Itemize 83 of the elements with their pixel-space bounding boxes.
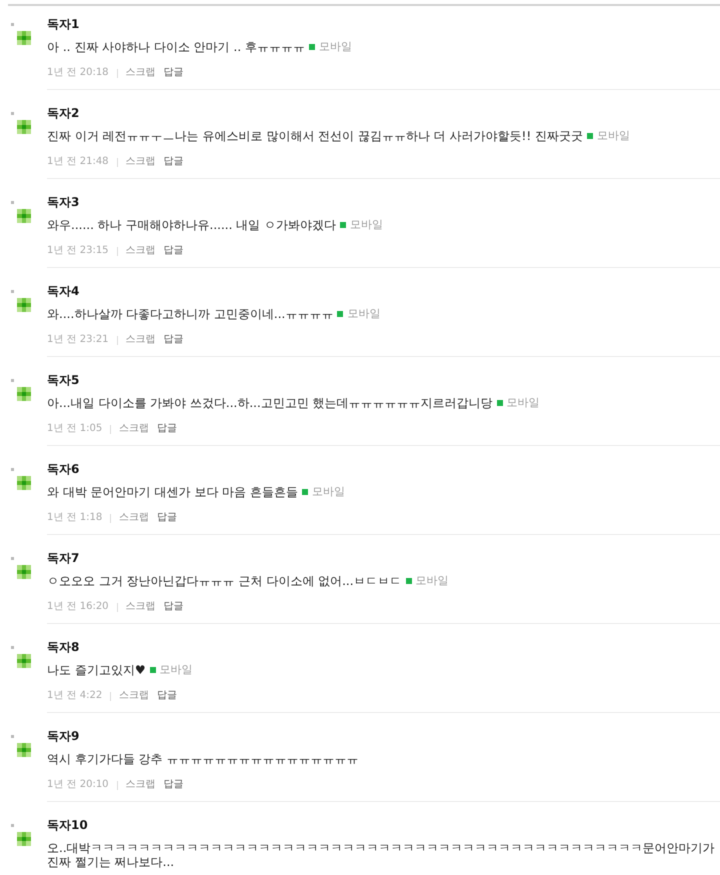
scrap-link[interactable]: 스크랩 [126, 155, 156, 169]
scrap-link[interactable]: 스크랩 [119, 422, 150, 436]
marker-icon [150, 667, 156, 673]
avatar-icon [17, 476, 31, 490]
reply-link[interactable]: 답글 [164, 600, 184, 614]
mobile-label: 모바일 [160, 663, 193, 677]
author-name: 독자5 [47, 373, 80, 387]
author-name: 독자3 [47, 195, 80, 209]
comment-text: 아 .. 진짜 사야하나 다이소 안마기 .. 후ㅠㅠㅠㅠ [47, 40, 305, 54]
author-name: 독자7 [47, 551, 80, 565]
mobile-label: 모바일 [347, 307, 380, 321]
reply-link[interactable]: 답글 [157, 689, 178, 703]
comment-time: 1년 전 16:20 [47, 600, 109, 614]
mobile-label: 모바일 [416, 574, 449, 588]
bullet-icon [11, 824, 14, 827]
reply-link[interactable]: 답글 [157, 511, 178, 525]
marker-icon [308, 44, 315, 50]
avatar-icon [17, 832, 31, 846]
comment-text: 진짜 이거 레전ㅠㅠㅜㅡ나는 유에스비로 많이해서 전선이 끊김ㅠㅠ하나 더 사러가야할듯!! 진짜굿굿 [47, 129, 583, 143]
author-name: 독자10 [47, 818, 89, 832]
comment-time: 1년 전 20:18 [47, 66, 109, 80]
bullet-icon [11, 646, 14, 649]
avatar-icon [17, 298, 31, 312]
scrap-link[interactable]: 스크랩 [126, 778, 156, 792]
bullet-icon [11, 23, 14, 26]
comment-time: 1년 전 1:18 [47, 511, 102, 525]
avatar-icon [17, 387, 31, 401]
mobile-label: 모바일 [318, 40, 352, 54]
mobile-label: 모바일 [350, 218, 384, 232]
bullet-icon [11, 468, 14, 471]
avatar-icon [17, 209, 31, 223]
author-name: 독자4 [47, 284, 80, 298]
author-name: 독자2 [47, 106, 80, 120]
avatar-icon [17, 120, 31, 134]
mobile-label: 모바일 [596, 129, 630, 143]
comment-text: 와우...... 하나 구매해야하나유...... 내일 ㅇ가봐야겠다 [47, 218, 336, 232]
avatar-icon [17, 654, 31, 668]
marker-icon [496, 400, 503, 406]
comment-time: 1년 전 23:15 [47, 244, 109, 258]
comment-time: 1년 전 23:21 [47, 333, 109, 347]
comment-text: 와....하나살까 다좋다고하니까 고민중이네...ㅠㅠㅠㅠ [47, 307, 334, 321]
comment-time: 1년 전 4:22 [47, 689, 102, 703]
scrap-link[interactable]: 스크랩 [119, 511, 150, 525]
comment-text: 아...내일 다이소를 가봐야 쓰겄다...하...고민고민 했는데ㅠㅠㅠㅠㅠㅠ지르러갑니당 [47, 396, 493, 410]
marker-icon [302, 489, 308, 495]
marker-icon [406, 578, 412, 584]
avatar-icon [17, 743, 31, 757]
author-name: 독자6 [47, 462, 80, 476]
avatar-icon [17, 565, 31, 579]
comment-time: 1년 전 1:05 [47, 422, 102, 436]
reply-link[interactable]: 답글 [164, 333, 184, 347]
marker-icon [337, 311, 344, 317]
author-name: 독자9 [47, 729, 80, 743]
bullet-icon [11, 379, 14, 382]
scrap-link[interactable]: 스크랩 [126, 600, 156, 614]
bullet-icon [11, 557, 14, 560]
comment-time: 1년 전 20:10 [47, 778, 109, 792]
author-name: 독자1 [47, 17, 80, 31]
reply-link[interactable]: 답글 [164, 778, 184, 792]
bullet-icon [11, 112, 14, 115]
mobile-label: 모바일 [506, 396, 540, 410]
bullet-icon [11, 201, 14, 204]
scrap-link[interactable]: 스크랩 [126, 244, 156, 258]
bullet-icon [11, 735, 14, 738]
scrap-link[interactable]: 스크랩 [126, 66, 156, 80]
scrap-link[interactable]: 스크랩 [126, 333, 156, 347]
reply-link[interactable]: 답글 [164, 244, 184, 258]
comment-text: 나도 즐기고있지♥ [47, 663, 146, 677]
marker-icon [586, 133, 593, 139]
avatar-icon [17, 31, 31, 45]
comment-text: 오..대박ㅋㅋㅋㅋㅋㅋㅋㅋㅋㅋㅋㅋㅋㅋㅋㅋㅋㅋㅋㅋㅋㅋㅋㅋㅋㅋㅋㅋㅋㅋㅋㅋㅋㅋㅋㅋㅋㅋㅋㅋㅋㅋㅋㅋㅋㅋ문어안마기가 진짜 쩔기는 쩌나보다... [47, 841, 715, 869]
comment-text: ㅇ오오오 그거 장난아닌갑다ㅠㅠㅠ 근처 다이소에 없어...ㅂㄷㅂㄷ [47, 574, 402, 588]
comment-text: 역시 후기가다들 강추 ㅠㅠㅠㅠㅠㅠㅠㅠㅠㅠㅠㅠㅠㅠㅠㅠ [47, 752, 358, 766]
reply-link[interactable]: 답글 [164, 155, 184, 169]
marker-icon [340, 222, 346, 228]
bullet-icon [11, 290, 14, 293]
reply-link[interactable]: 답글 [164, 66, 184, 80]
comment-time: 1년 전 21:48 [47, 155, 109, 169]
scrap-link[interactable]: 스크랩 [119, 689, 150, 703]
mobile-label: 모바일 [312, 485, 345, 499]
author-name: 독자8 [47, 640, 80, 654]
comment-text: 와 대박 문어안마기 대센가 보다 마음 흔들흔들 [47, 485, 298, 499]
reply-link[interactable]: 답글 [157, 422, 178, 436]
